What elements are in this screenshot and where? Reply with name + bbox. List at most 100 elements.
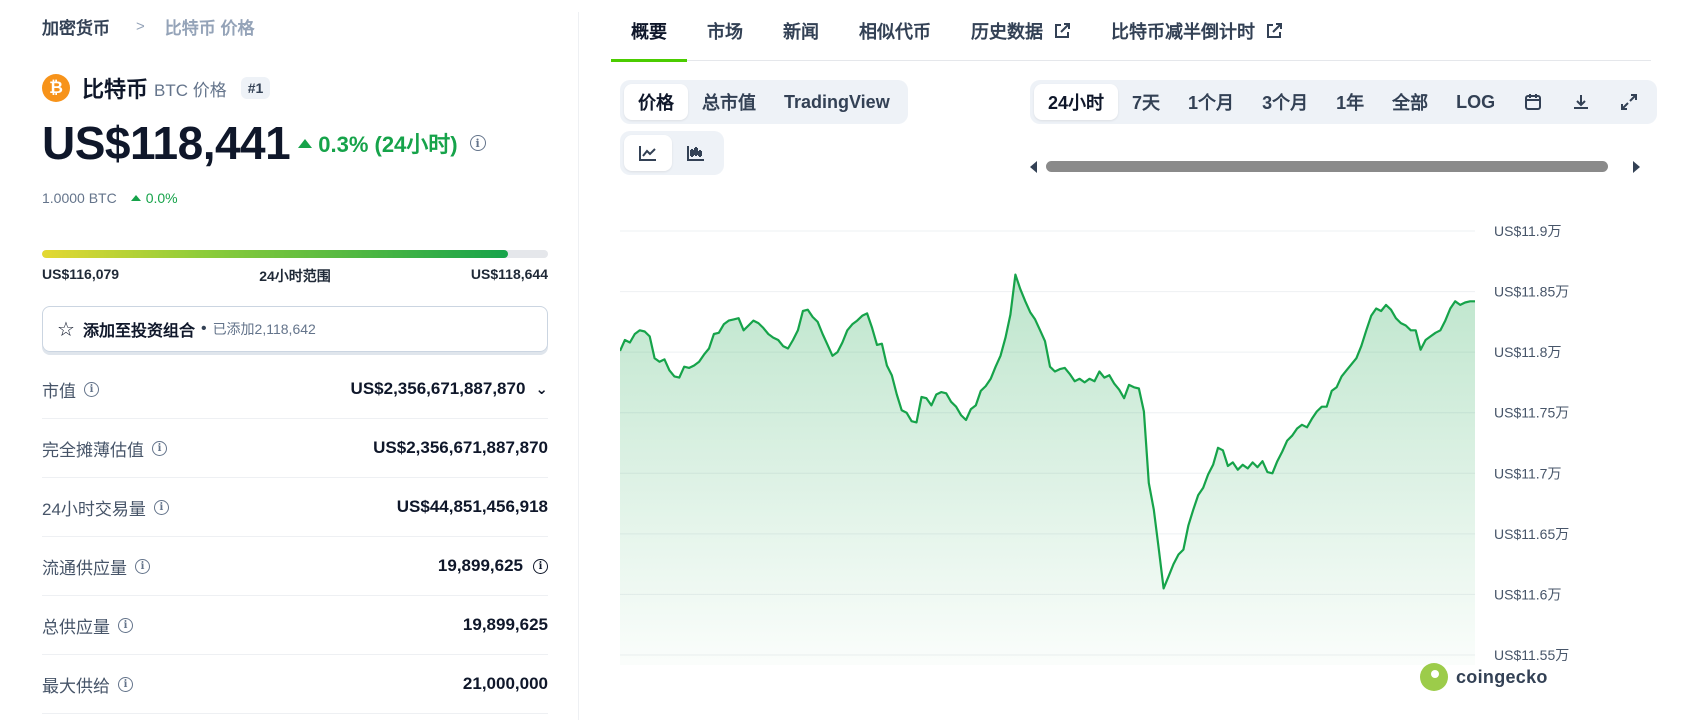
stat-value: US$2,356,671,887,870 (373, 438, 548, 457)
info-icon[interactable]: i (84, 381, 99, 397)
chart-type-price[interactable]: 价格 (624, 84, 688, 120)
calendar-button[interactable] (1509, 84, 1557, 120)
stat-row-volume: 24小时交易量 i US$44,851,456,918 (42, 478, 548, 537)
coin-symbol-label: BTC 价格 (154, 80, 227, 100)
stat-value: 19,899,625 (462, 615, 548, 634)
candlestick-icon (687, 146, 704, 161)
download-icon (1574, 95, 1589, 109)
line-chart-icon (639, 146, 656, 161)
stat-row-max-supply: 最大供给 i 21,000,000 (42, 655, 548, 714)
coingecko-watermark: coingecko (1420, 663, 1548, 691)
info-icon[interactable]: i (533, 558, 548, 574)
chart-type-market-cap[interactable]: 总市值 (688, 84, 770, 120)
coin-summary-panel: 加密货币 > 比特币 价格 ₿ 比特币 BTC 价格 #1 US$118,441… (42, 0, 548, 720)
y-tick-label: US$11.75万 (1494, 405, 1569, 421)
chevron-right-icon: > (136, 18, 145, 35)
expand-icon (1621, 94, 1638, 110)
time-range-toggle: 24小时 7天 1个月 3个月 1年 全部 LOG (1030, 80, 1658, 124)
coin-header: ₿ 比特币 BTC 价格 #1 (42, 72, 271, 104)
scrollbar-thumb[interactable] (1046, 161, 1608, 172)
stat-value: 19,899,625 (437, 556, 523, 575)
range-high: US$118,644 (470, 266, 548, 282)
btc-change-text: 0.0% (145, 190, 178, 206)
range-1y-button[interactable]: 1年 (1322, 84, 1378, 120)
column-divider (578, 12, 579, 720)
range-24h-button[interactable]: 24小时 (1034, 84, 1119, 120)
info-icon[interactable]: i (152, 440, 167, 456)
scroll-left-arrow-icon[interactable] (1030, 161, 1037, 173)
stat-row-total-supply: 总供应量 i 19,899,625 (42, 596, 548, 655)
log-scale-button[interactable]: LOG (1442, 84, 1509, 120)
add-to-portfolio-button[interactable]: ☆ 添加至投资组合 • 已添加2,118,642 (42, 306, 548, 352)
y-tick-label: US$11.85万 (1494, 284, 1569, 300)
stat-label: 总供应量 (42, 617, 110, 637)
watermark-text: coingecko (1456, 666, 1548, 687)
candlestick-chart-button[interactable] (672, 135, 720, 171)
stat-value: US$44,851,456,918 (396, 497, 548, 516)
tab-historical-data[interactable]: 历史数据 (951, 0, 1091, 61)
stat-label: 市值 (42, 381, 76, 401)
tab-halving-countdown[interactable]: 比特币减半倒计时 (1091, 0, 1303, 61)
rank-badge: #1 (240, 77, 271, 99)
scroll-right-arrow-icon[interactable] (1633, 161, 1640, 173)
separator-dot: • (200, 320, 207, 337)
range-24h-bar (42, 250, 548, 258)
portfolio-count: 已添加2,118,642 (212, 321, 316, 337)
range-1m-button[interactable]: 1个月 (1174, 84, 1248, 120)
price-chart-svg: US$11.9万 US$11.85万 US$11.8万 US$11.75万 US$11.… (620, 223, 1569, 665)
caret-up-icon (298, 138, 313, 148)
download-button[interactable] (1557, 84, 1605, 120)
calendar-icon (1525, 94, 1542, 110)
range-all-button[interactable]: 全部 (1378, 84, 1442, 120)
tab-news[interactable]: 新闻 (763, 0, 839, 61)
price-chart[interactable]: US$11.9万 US$11.85万 US$11.8万 US$11.75万 US$11.… (620, 220, 1670, 720)
tab-markets[interactable]: 市场 (687, 0, 763, 61)
info-icon[interactable]: i (135, 558, 150, 574)
info-icon[interactable]: i (469, 135, 486, 151)
range-24h-fill (42, 250, 508, 258)
breadcrumb-current: 比特币 价格 (164, 19, 255, 38)
breadcrumb-root-link[interactable]: 加密货币 (42, 14, 110, 39)
chevron-down-icon[interactable]: ⌄ (535, 380, 548, 398)
stat-row-market-cap[interactable]: 市值 i US$2,356,671,887,870 ⌄ (42, 360, 548, 419)
price-change: 0.3% (24小时) (298, 127, 458, 159)
y-tick-label: US$11.6万 (1494, 586, 1561, 602)
stat-label: 最大供给 (42, 676, 110, 696)
y-tick-label: US$11.55万 (1494, 647, 1569, 663)
range-low: US$116,079 (42, 266, 120, 282)
tab-label: 历史数据 (971, 21, 1043, 42)
stat-label: 完全摊薄估值 (42, 440, 144, 460)
tab-similar-coins[interactable]: 相似代币 (839, 0, 951, 61)
chart-type-tradingview[interactable]: TradingView (770, 84, 904, 120)
external-link-icon (1265, 22, 1283, 40)
range-24h-labels: US$116,079 24小时范围 US$118,644 (42, 266, 548, 286)
chart-range-scrollbar[interactable] (1030, 160, 1640, 173)
tab-label: 比特币减半倒计时 (1111, 21, 1255, 42)
range-3m-button[interactable]: 3个月 (1248, 84, 1322, 120)
chart-style-toggle (620, 131, 724, 175)
price-row: US$118,441 0.3% (24小时) i (42, 116, 486, 170)
external-link-icon (1053, 22, 1071, 40)
caret-up-icon (130, 195, 141, 201)
btc-change: 0.0% (130, 190, 178, 206)
chart-type-toggle: 价格 总市值 TradingView (620, 80, 908, 124)
stats-table: 市值 i US$2,356,671,887,870 ⌄ 完全摊薄估值 i US$2,3… (42, 360, 548, 714)
stat-label: 24小时交易量 (42, 499, 146, 519)
tab-overview[interactable]: 概要 (611, 0, 687, 62)
add-to-portfolio-label: 添加至投资组合 (82, 323, 195, 340)
coingecko-logo-icon (1420, 663, 1448, 691)
range-7d-button[interactable]: 7天 (1118, 84, 1174, 120)
breadcrumb: 加密货币 > 比特币 价格 (42, 14, 255, 39)
bitcoin-logo-icon: ₿ (42, 74, 70, 102)
info-icon[interactable]: i (118, 676, 133, 692)
stat-value: 21,000,000 (462, 674, 548, 693)
info-icon[interactable]: i (153, 499, 169, 515)
y-tick-label: US$11.8万 (1494, 344, 1561, 360)
y-tick-label: US$11.65万 (1494, 526, 1569, 542)
info-icon[interactable]: i (118, 617, 133, 633)
fullscreen-button[interactable] (1605, 84, 1653, 120)
stat-label: 流通供应量 (42, 558, 127, 578)
stat-row-circulating-supply: 流通供应量 i 19,899,625 i (42, 537, 548, 596)
line-chart-button[interactable] (624, 135, 672, 171)
btc-price-row: 1.0000 BTC 0.0% (42, 190, 178, 206)
